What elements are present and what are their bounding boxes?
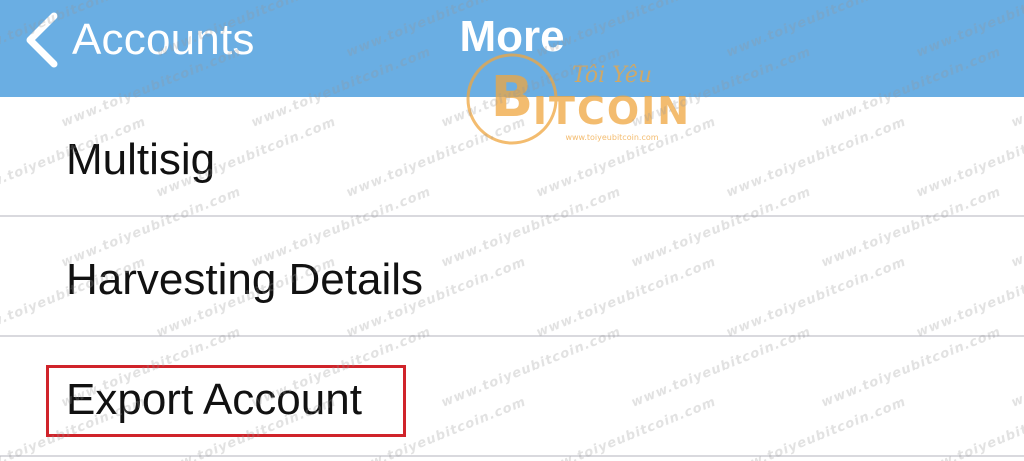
menu-item-label: Harvesting Details	[66, 255, 424, 304]
row-separator	[0, 455, 1024, 457]
menu-item-export-account[interactable]: Export Account	[0, 337, 1024, 457]
menu-item-label: Multisig	[66, 135, 216, 184]
navigation-bar: Accounts More	[0, 0, 1024, 97]
menu-list: Multisig Harvesting Details Export Accou…	[0, 97, 1024, 457]
page-title: More	[459, 12, 565, 61]
menu-item-multisig[interactable]: Multisig	[0, 97, 1024, 217]
app-screen: Accounts More Multisig Harvesting Detail…	[0, 0, 1024, 461]
menu-item-harvesting-details[interactable]: Harvesting Details	[0, 217, 1024, 337]
menu-item-label: Export Account	[66, 375, 362, 424]
